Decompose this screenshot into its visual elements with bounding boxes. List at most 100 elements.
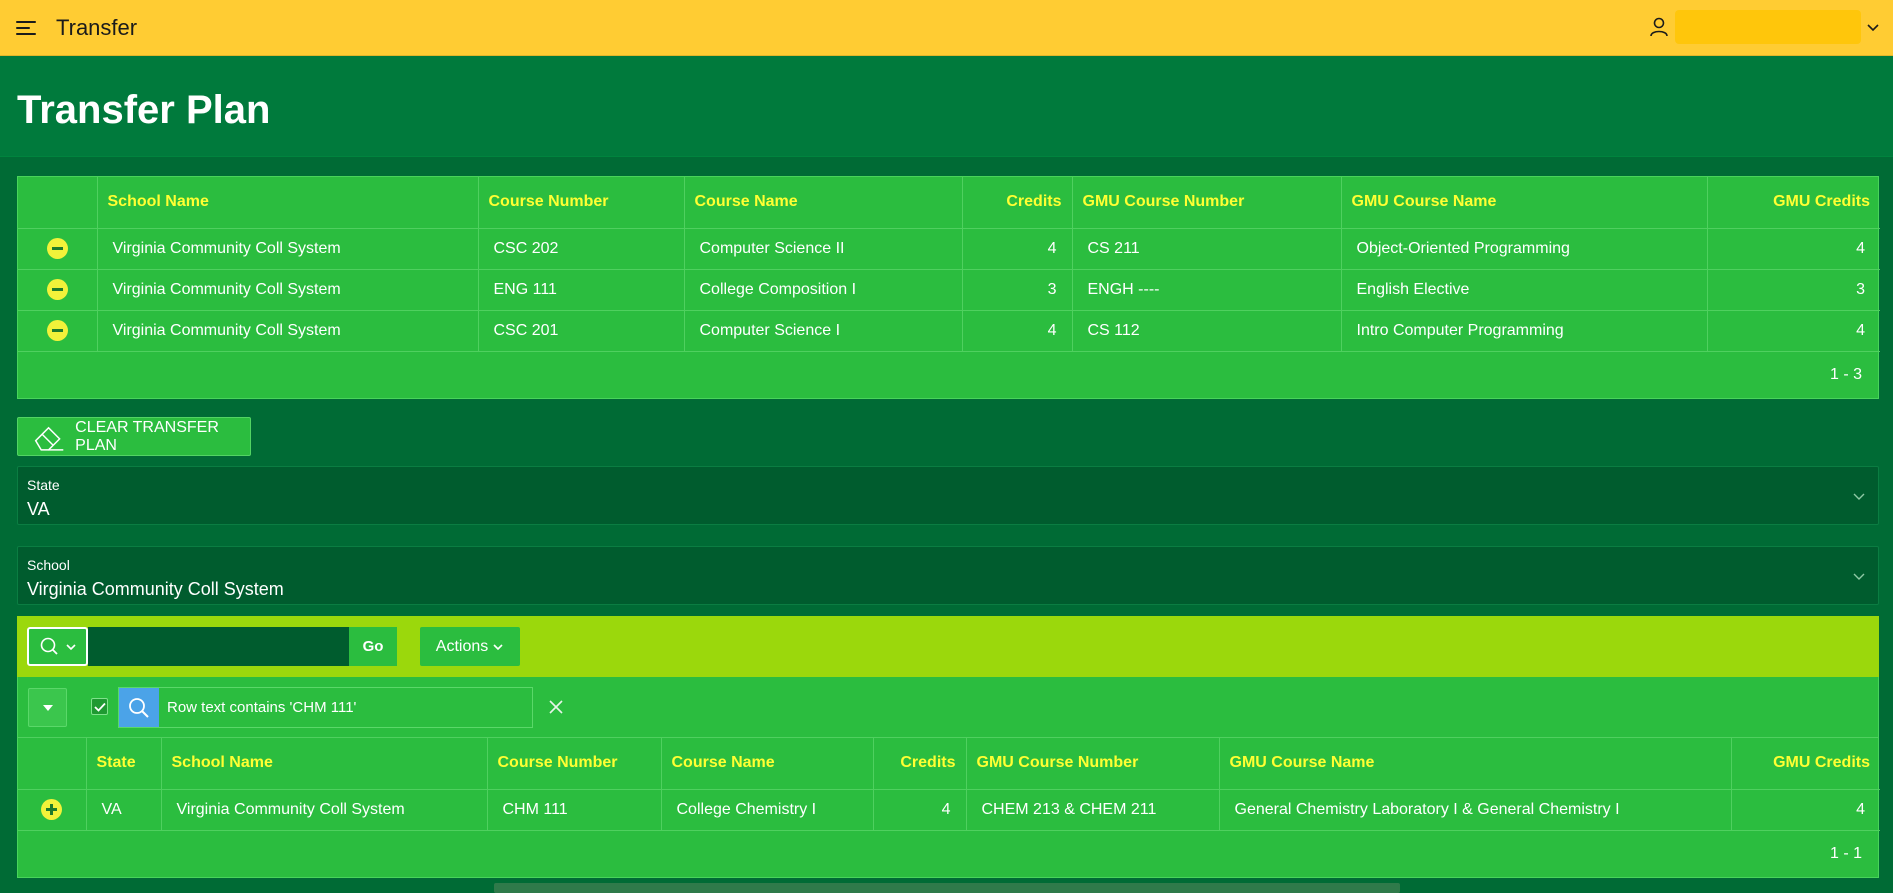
page-title: Transfer Plan	[17, 88, 271, 132]
course-number-cell: CSC 201	[478, 310, 685, 352]
app-header: Transfer	[0, 0, 1893, 56]
course-name-cell: College Chemistry I	[661, 789, 874, 831]
school-value: Virginia Community Coll System	[27, 579, 284, 599]
course-search-table: State School Name Course Number Course N…	[18, 738, 1880, 831]
actions-menu-button[interactable]: Actions	[420, 627, 520, 666]
column-header[interactable]: Course Name	[661, 738, 874, 790]
column-header[interactable]: Credits	[873, 738, 967, 790]
credits-cell: 4	[962, 228, 1073, 270]
credits-cell: 4	[962, 310, 1073, 352]
horizontal-scrollbar[interactable]	[494, 883, 1400, 893]
actions-label: Actions	[435, 637, 489, 655]
column-header	[18, 738, 87, 790]
gmu-course-name-cell: General Chemistry Laboratory I & General…	[1219, 789, 1732, 831]
column-header[interactable]: School Name	[97, 177, 479, 229]
credits-cell: 3	[962, 269, 1073, 311]
column-header[interactable]: State	[86, 738, 162, 790]
column-header[interactable]: Course Name	[684, 177, 963, 229]
course-name-cell: Computer Science II	[684, 228, 963, 270]
chevron-down-icon	[493, 643, 503, 650]
chevron-down-icon	[65, 643, 76, 650]
column-header[interactable]: GMU Credits	[1707, 177, 1880, 229]
go-button[interactable]: Go	[349, 627, 397, 666]
state-select[interactable]: State VA	[17, 466, 1879, 525]
school-select[interactable]: School Virginia Community Coll System	[17, 546, 1879, 605]
column-header[interactable]: GMU Course Name	[1341, 177, 1708, 229]
column-header[interactable]: GMU Course Name	[1219, 738, 1732, 790]
state-label: State	[27, 477, 60, 493]
gmu-course-number-cell: CHEM 213 & CHEM 211	[966, 789, 1220, 831]
search-column-menu[interactable]	[27, 627, 88, 666]
hamburger-icon[interactable]	[16, 19, 38, 37]
column-header	[18, 177, 98, 229]
gmu-credits-cell: 4	[1731, 789, 1880, 831]
clear-transfer-plan-label: CLEAR TRANSFER PLAN	[75, 418, 219, 454]
table-row: Virginia Community Coll System CSC 201 C…	[18, 310, 1880, 352]
table-header-row: School Name Course Number Course Name Cr…	[18, 177, 1880, 229]
gmu-course-name-cell: Intro Computer Programming	[1341, 310, 1708, 352]
gmu-course-number-cell: CS 211	[1072, 228, 1342, 270]
caret-down-icon	[42, 704, 53, 711]
school-name-cell: Virginia Community Coll System	[97, 228, 479, 270]
active-filters: Row text contains 'CHM 111'	[17, 677, 1879, 738]
toggle-filters-button[interactable]	[28, 688, 67, 727]
state-cell: VA	[86, 789, 162, 831]
close-icon[interactable]	[548, 699, 564, 715]
page-hero: Transfer Plan	[0, 56, 1893, 157]
column-header[interactable]: GMU Credits	[1731, 738, 1880, 790]
user-icon	[1650, 17, 1668, 37]
gmu-credits-cell: 4	[1707, 310, 1880, 352]
clear-transfer-plan-button[interactable]: CLEAR TRANSFER PLAN	[17, 417, 251, 456]
column-header[interactable]: Course Number	[487, 738, 662, 790]
course-name-cell: College Composition I	[684, 269, 963, 311]
credits-cell: 4	[873, 789, 967, 831]
search-icon	[119, 688, 159, 727]
filter-text: Row text contains 'CHM 111'	[167, 699, 357, 716]
search-toolbar: Go Actions	[17, 616, 1879, 677]
app-title: Transfer	[56, 14, 138, 40]
gmu-credits-cell: 4	[1707, 228, 1880, 270]
column-header[interactable]: Course Number	[478, 177, 685, 229]
search-icon	[40, 637, 58, 655]
state-value: VA	[27, 499, 50, 519]
filter-enabled-checkbox[interactable]	[91, 698, 108, 715]
transfer-plan-table: School Name Course Number Course Name Cr…	[18, 177, 1880, 352]
column-header[interactable]: GMU Course Number	[966, 738, 1220, 790]
school-name-cell: Virginia Community Coll System	[97, 310, 479, 352]
chevron-down-icon	[1853, 573, 1865, 580]
column-header[interactable]: School Name	[161, 738, 488, 790]
pagination-label: 1 - 3	[1829, 365, 1862, 383]
school-name-cell: Virginia Community Coll System	[161, 789, 488, 831]
chevron-down-icon[interactable]	[1865, 19, 1881, 35]
table-row: VA Virginia Community Coll System CHM 11…	[18, 789, 1880, 831]
user-name-redacted[interactable]	[1675, 10, 1861, 44]
gmu-course-number-cell: CS 112	[1072, 310, 1342, 352]
course-number-cell: CSC 202	[478, 228, 685, 270]
minus-circle-icon[interactable]	[46, 238, 68, 259]
table-header-row: State School Name Course Number Course N…	[18, 738, 1880, 790]
school-label: School	[27, 557, 70, 573]
gmu-course-name-cell: Object-Oriented Programming	[1341, 228, 1708, 270]
school-name-cell: Virginia Community Coll System	[97, 269, 479, 311]
gmu-credits-cell: 3	[1707, 269, 1880, 311]
chevron-down-icon	[1853, 493, 1865, 500]
course-number-cell: ENG 111	[478, 269, 685, 311]
filter-chip[interactable]: Row text contains 'CHM 111'	[118, 687, 533, 728]
eraser-icon	[34, 426, 64, 451]
search-input[interactable]	[88, 627, 349, 666]
minus-circle-icon[interactable]	[46, 279, 68, 300]
check-icon	[93, 702, 106, 712]
user-menu[interactable]	[1649, 10, 1881, 44]
column-header[interactable]: Credits	[962, 177, 1073, 229]
course-number-cell: CHM 111	[487, 789, 662, 831]
minus-circle-icon[interactable]	[46, 320, 68, 341]
course-search-report: State School Name Course Number Course N…	[17, 738, 1880, 878]
transfer-plan-report: School Name Course Number Course Name Cr…	[17, 176, 1880, 399]
course-name-cell: Computer Science I	[684, 310, 963, 352]
gmu-course-number-cell: ENGH ----	[1072, 269, 1342, 311]
search-group: Go	[27, 627, 397, 666]
table-row: Virginia Community Coll System CSC 202 C…	[18, 228, 1880, 270]
column-header[interactable]: GMU Course Number	[1072, 177, 1342, 229]
table-row: Virginia Community Coll System ENG 111 C…	[18, 269, 1880, 311]
plus-circle-icon[interactable]	[41, 799, 63, 820]
